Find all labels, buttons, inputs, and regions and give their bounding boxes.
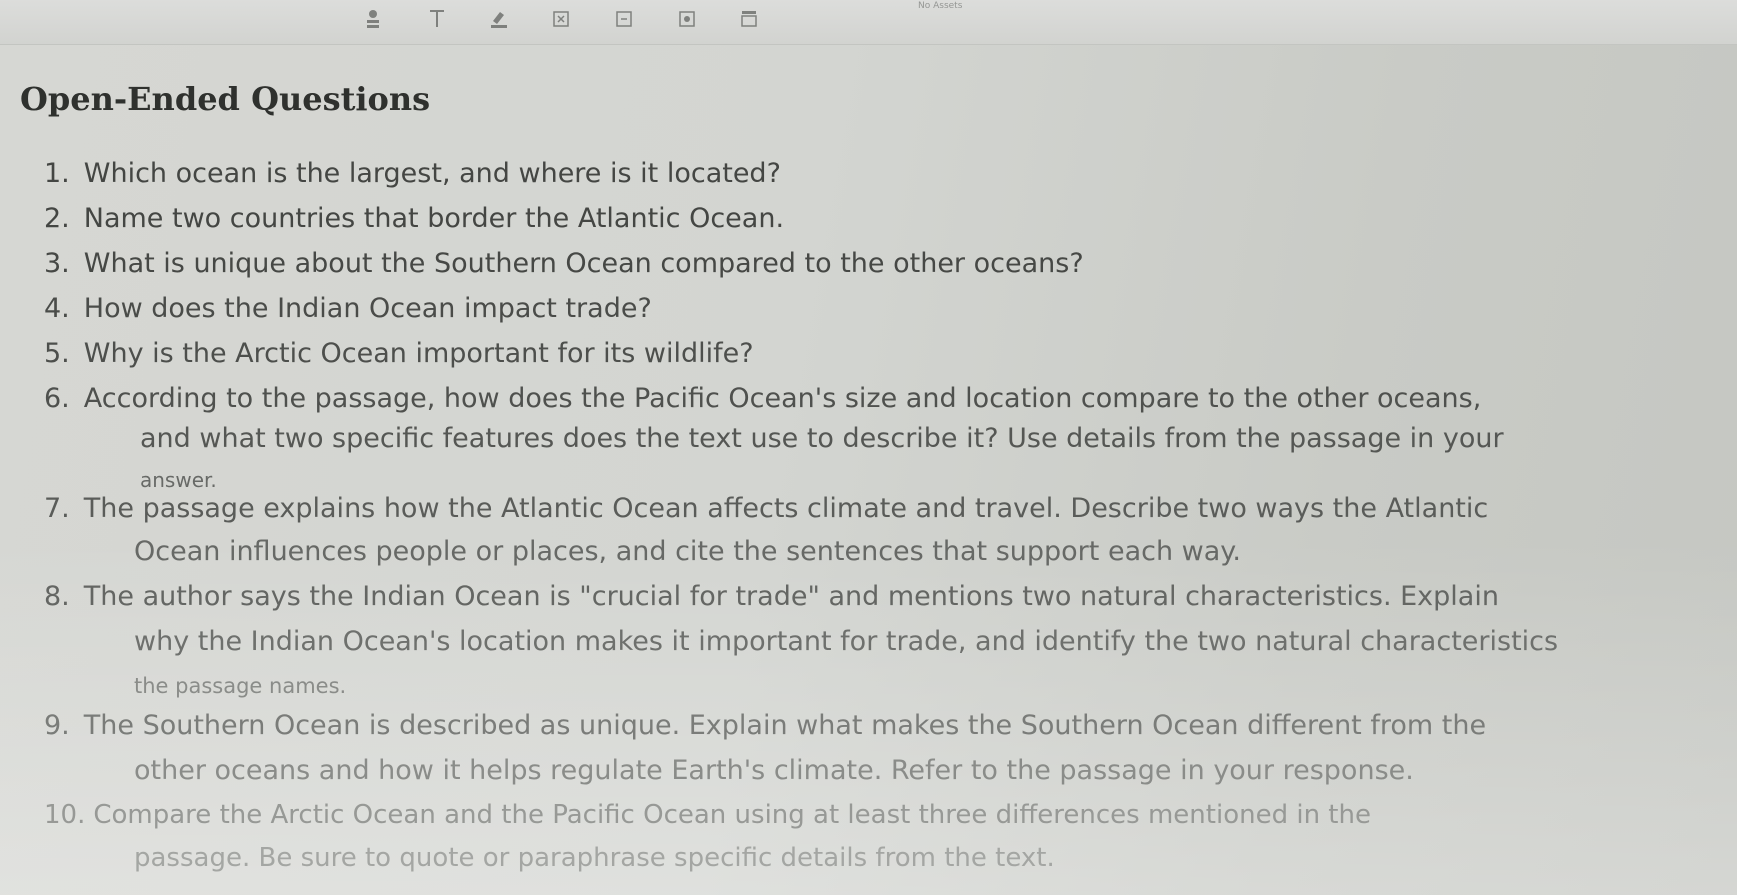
question-3: 3. What is unique about the Southern Ocea…: [44, 250, 1084, 277]
highlight-icon[interactable]: [488, 8, 510, 30]
question-4: 4. How does the Indian Ocean impact trade…: [44, 295, 652, 322]
question-8-line-3: the passage names.: [134, 674, 347, 698]
close-box-icon[interactable]: [550, 8, 572, 30]
question-9-line-2: other oceans and how it helps regulate E…: [134, 755, 1414, 786]
question-10-line-2: passage. Be sure to quote or paraphrase …: [134, 843, 1055, 873]
question-number: 2.: [44, 203, 70, 234]
toolbar-status-text: No Assets: [918, 1, 963, 11]
question-text: How does the Indian Ocean impact trade?: [83, 293, 652, 324]
question-7-line-2: Ocean influences people or places, and c…: [134, 536, 1241, 567]
question-text: The passage explains how the Atlantic Oc…: [83, 493, 1489, 524]
question-number: 4.: [44, 293, 70, 324]
question-text: The Southern Ocean is described as uniqu…: [83, 710, 1487, 741]
question-number: 8.: [44, 581, 70, 612]
question-text: What is unique about the Southern Ocean …: [83, 248, 1084, 279]
question-8: 8. The author says the Indian Ocean is "c…: [44, 583, 1499, 610]
question-number: 10.: [44, 800, 86, 830]
question-text: Compare the Arctic Ocean and the Pacific…: [93, 800, 1371, 830]
minus-box-icon[interactable]: [613, 8, 635, 30]
question-number: 3.: [44, 248, 70, 279]
question-text: According to the passage, how does the P…: [83, 383, 1482, 414]
question-text: Which ocean is the largest, and where is…: [83, 158, 781, 189]
question-1: 1. Which ocean is the largest, and where …: [44, 160, 781, 187]
question-list: 1. Which ocean is the largest, and where …: [0, 0, 1737, 895]
question-number: 6.: [44, 383, 70, 414]
record-box-icon[interactable]: [676, 8, 698, 30]
question-6-line-3: answer.: [140, 468, 217, 492]
question-7: 7. The passage explains how the Atlantic …: [44, 495, 1488, 522]
question-number: 9.: [44, 710, 70, 741]
question-number: 7.: [44, 493, 70, 524]
flag-icon[interactable]: [738, 8, 760, 30]
text-icon[interactable]: [426, 8, 448, 30]
question-9: 9. The Southern Ocean is described as uni…: [44, 712, 1486, 739]
question-8-line-2: why the Indian Ocean's location makes it…: [134, 626, 1559, 657]
toolbar: No Assets: [0, 0, 1737, 45]
question-number: 1.: [44, 158, 70, 189]
question-text: The author says the Indian Ocean is "cru…: [83, 581, 1499, 612]
question-text: Name two countries that border the Atlan…: [83, 203, 785, 234]
question-5: 5. Why is the Arctic Ocean important for …: [44, 340, 754, 367]
question-6-line-2: and what two specific features does the …: [140, 423, 1504, 454]
question-6: 6. According to the passage, how does the…: [44, 385, 1481, 412]
question-2: 2. Name two countries that border the Atl…: [44, 205, 784, 232]
question-text: Why is the Arctic Ocean important for it…: [83, 338, 754, 369]
person-icon[interactable]: [362, 8, 384, 30]
question-10: 10. Compare the Arctic Ocean and the Paci…: [44, 802, 1371, 828]
question-number: 5.: [44, 338, 70, 369]
